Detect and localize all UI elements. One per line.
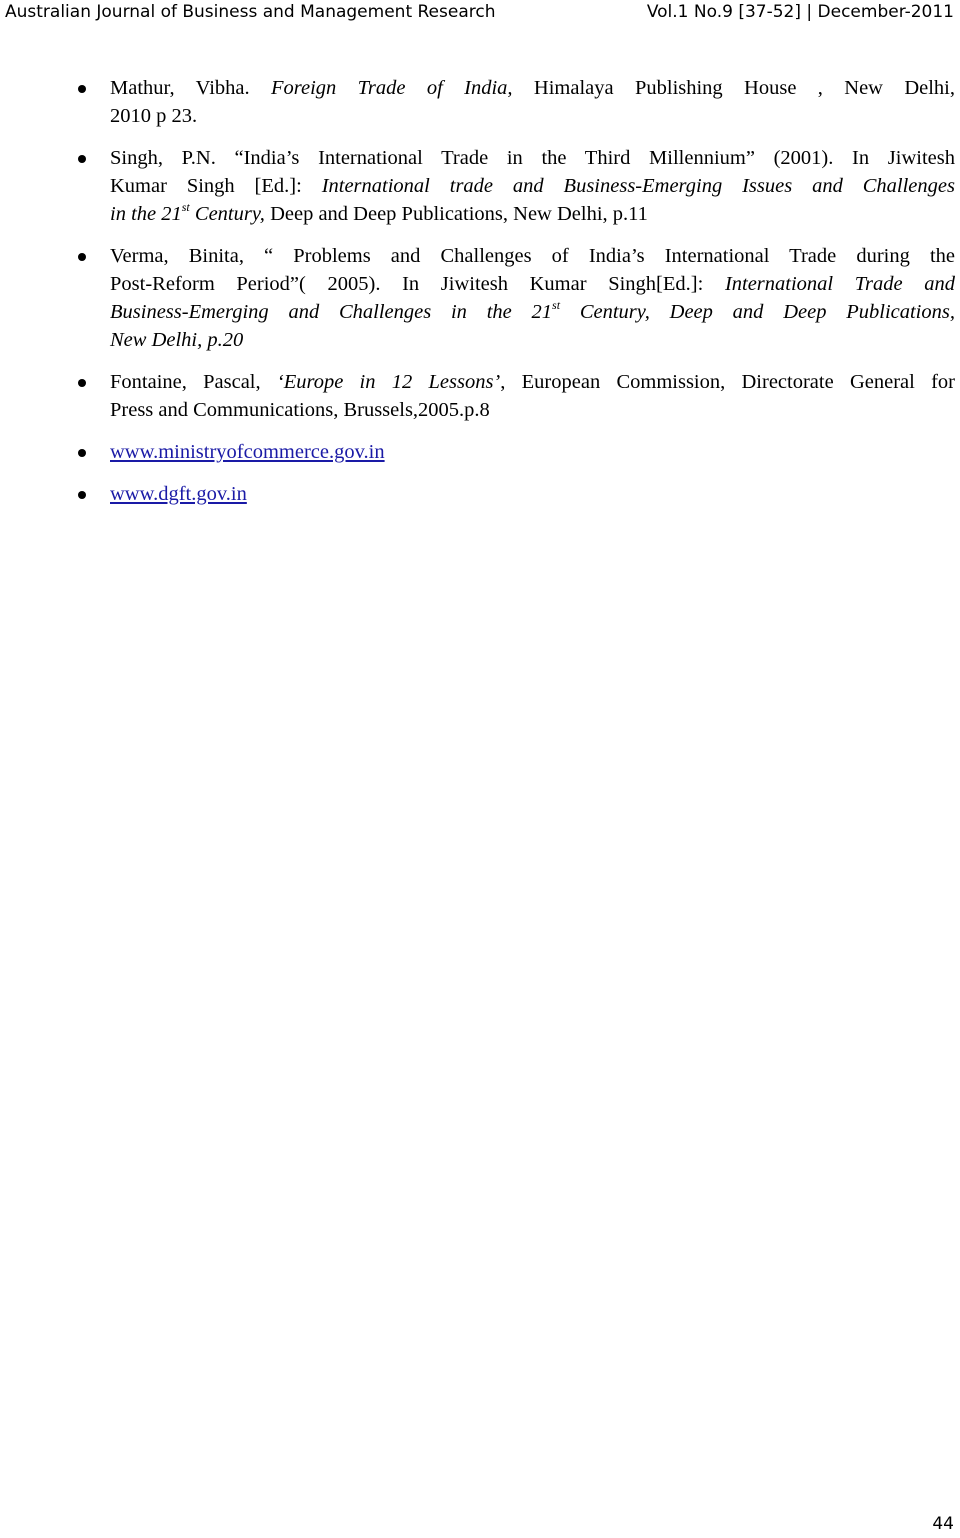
- superscript: st: [552, 298, 561, 312]
- reference-line: Press and Communications, Brussels,2005.…: [110, 396, 955, 424]
- reference-text: 2010 p 23.: [110, 105, 198, 127]
- reference-text: Verma, Binita, “ Problems and Challenges…: [110, 245, 955, 267]
- bullet-icon: [78, 155, 86, 163]
- italic-text: New Delhi, p.20: [110, 329, 244, 351]
- page-number: 44: [932, 1514, 954, 1534]
- reference-line: www.ministryofcommerce.gov.in: [110, 438, 955, 466]
- bullet-icon: [78, 491, 86, 499]
- reference-line: Kumar Singh [Ed.]: International trade a…: [110, 172, 955, 200]
- bullet-icon: [78, 449, 86, 457]
- reference-line: Business-Emerging and Challenges in the …: [110, 298, 955, 326]
- reference-text: , European Commission, Directorate Gener…: [500, 371, 955, 393]
- reference-item: www.ministryofcommerce.gov.in: [78, 438, 955, 466]
- reference-item: www.dgft.gov.in: [78, 480, 955, 508]
- reference-text: Mathur, Vibha.: [110, 77, 271, 99]
- reference-line: in the 21st Century, Deep and Deep Publi…: [110, 200, 955, 228]
- bullet-icon: [78, 253, 86, 261]
- superscript: st: [181, 200, 190, 214]
- reference-item: Singh, P.N. “India’s International Trade…: [78, 144, 955, 228]
- running-header: Australian Journal of Business and Manag…: [0, 0, 960, 26]
- reference-text: Himalaya Publishing House , New Delhi,: [512, 77, 955, 99]
- reference-line: Post-Reform Period”( 2005). In Jiwitesh …: [110, 270, 955, 298]
- reference-line: New Delhi, p.20: [110, 326, 955, 354]
- reference-line: Verma, Binita, “ Problems and Challenges…: [110, 242, 955, 270]
- italic-text: Century, Deep and Deep Publications,: [560, 301, 955, 323]
- reference-item: Fontaine, Pascal, ‘Europe in 12 Lessons’…: [78, 368, 955, 424]
- reference-link[interactable]: www.ministryofcommerce.gov.in: [110, 441, 385, 463]
- reference-text: Deep and Deep Publications, New Delhi, p…: [264, 203, 648, 225]
- reference-text: Press and Communications, Brussels,2005.…: [110, 399, 490, 421]
- reference-item: Mathur, Vibha. Foreign Trade of India, H…: [78, 74, 955, 130]
- reference-line: Singh, P.N. “India’s International Trade…: [110, 144, 955, 172]
- italic-text: International Trade and: [724, 273, 955, 295]
- bullet-icon: [78, 379, 86, 387]
- reference-item: Verma, Binita, “ Problems and Challenges…: [78, 242, 955, 354]
- reference-line: 2010 p 23.: [110, 102, 955, 130]
- italic-text: in the 21: [110, 203, 182, 225]
- reference-text: Kumar Singh [Ed.]:: [110, 175, 322, 197]
- issue-info: Vol.1 No.9 [37-52] | December-2011: [646, 2, 954, 22]
- reference-line: Fontaine, Pascal, ‘Europe in 12 Lessons’…: [110, 368, 955, 396]
- reference-text: Fontaine, Pascal,: [110, 371, 277, 393]
- references-list: Mathur, Vibha. Foreign Trade of India, H…: [78, 74, 955, 522]
- reference-text: Post-Reform Period”( 2005). In Jiwitesh …: [110, 273, 725, 295]
- reference-link[interactable]: www.dgft.gov.in: [110, 483, 247, 505]
- italic-text: Business-Emerging and Challenges in the …: [110, 301, 553, 323]
- italic-text: Century,: [189, 203, 265, 225]
- italic-text: ‘Europe in 12 Lessons’: [276, 371, 501, 393]
- journal-title: Australian Journal of Business and Manag…: [5, 2, 496, 22]
- italic-text: International trade and Business-Emergin…: [321, 175, 955, 197]
- reference-line: www.dgft.gov.in: [110, 480, 955, 508]
- bullet-icon: [78, 85, 86, 93]
- italic-text: Foreign Trade of India,: [271, 77, 513, 99]
- reference-line: Mathur, Vibha. Foreign Trade of India, H…: [110, 74, 955, 102]
- reference-text: Singh, P.N. “India’s International Trade…: [110, 147, 955, 169]
